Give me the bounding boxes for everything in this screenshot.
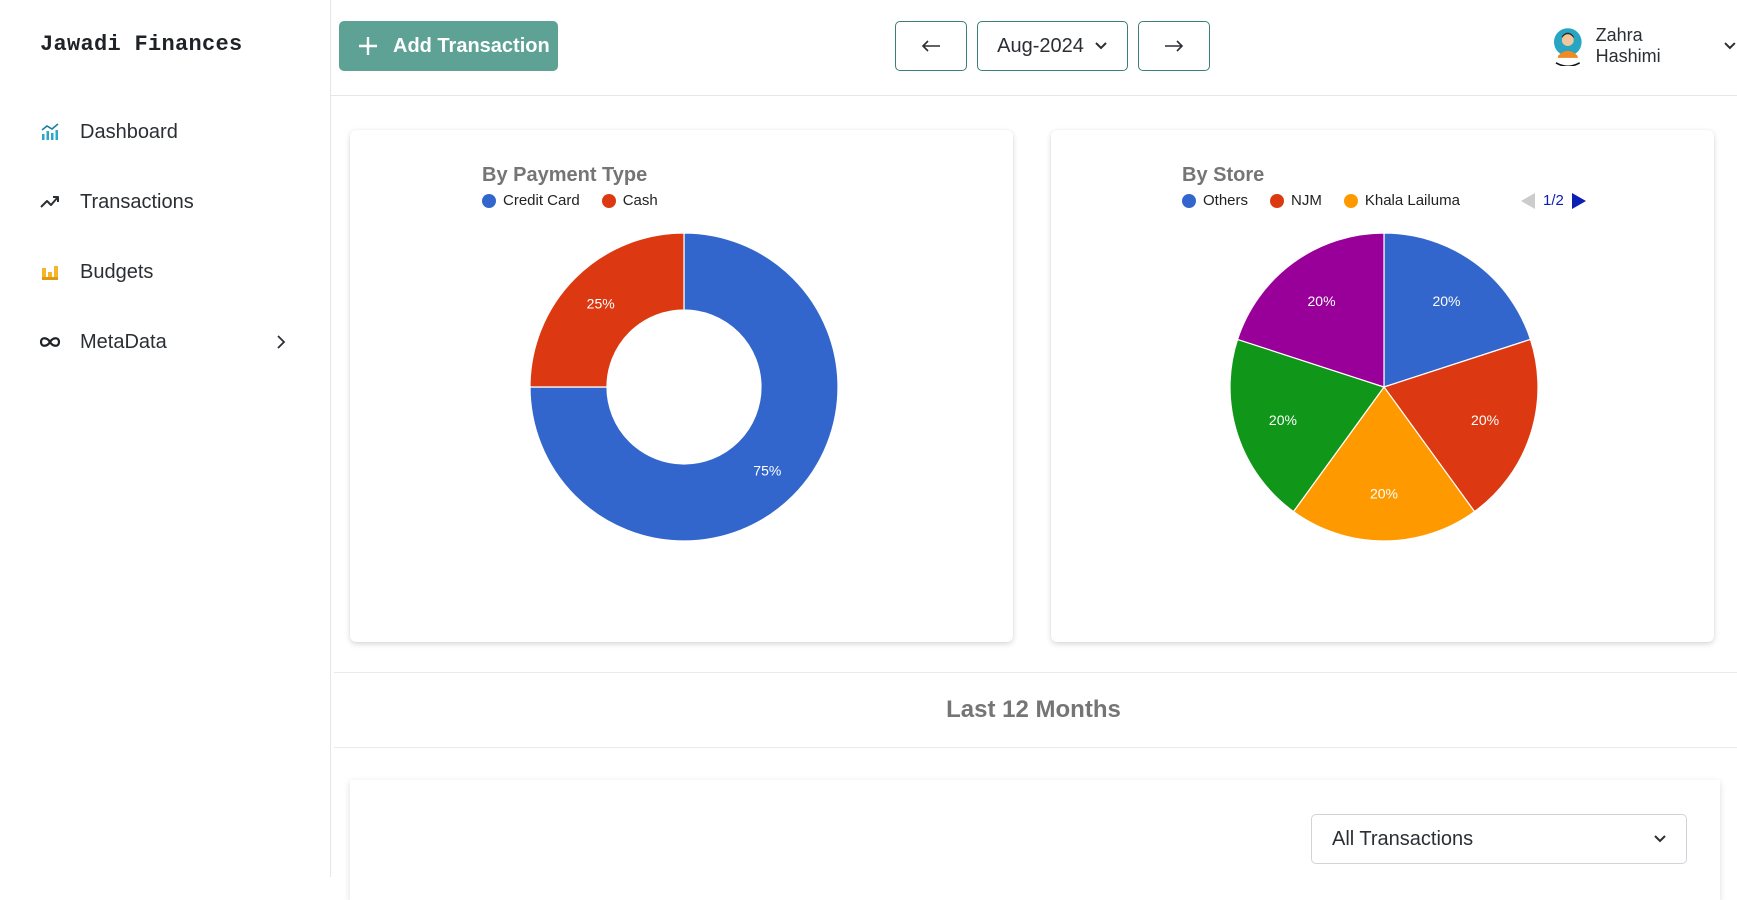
pie-slice[interactable] [529, 232, 685, 388]
legend-swatch [601, 193, 616, 208]
slice-label: 20% [1308, 293, 1336, 309]
chevron-right-icon [272, 333, 290, 351]
payment-type-card: By Payment Type Credit Card Cash 75% 25% [350, 130, 1013, 642]
chart-bar-line-icon [38, 120, 62, 144]
month-select[interactable]: Aug-2024 [977, 21, 1128, 71]
slice-label: 25% [587, 296, 615, 312]
legend-label: Cash [622, 192, 658, 209]
chevron-down-icon [1095, 42, 1107, 50]
sidebar-item-label: Transactions [80, 190, 194, 213]
legend-item[interactable]: Credit Card [482, 192, 580, 209]
last-12-months-section: Last 12 Months [334, 672, 1737, 748]
sidebar-item-label: Dashboard [80, 120, 178, 143]
store-card: By Store Others NJM Khala Lailuma 1/2 20… [1051, 130, 1714, 642]
legend-swatch [482, 193, 496, 208]
chart-title: By Payment Type [482, 164, 648, 186]
legend-pager: 1/2 [1521, 192, 1586, 209]
legend-page-indicator: 1/2 [1543, 192, 1564, 209]
infinity-icon [38, 330, 62, 354]
filter-select-value: All Transactions [1332, 827, 1474, 850]
legend-item[interactable]: Others [1182, 192, 1248, 209]
slice-label: 20% [1432, 293, 1460, 309]
trend-up-icon [38, 190, 62, 214]
chart-legend: Credit Card Cash [482, 192, 680, 209]
avatar [1553, 28, 1582, 66]
chart-legend: Others NJM Khala Lailuma [1182, 192, 1482, 209]
section-title: Last 12 Months [946, 696, 1121, 723]
payment-type-donut-chart: 75% 25% [529, 232, 839, 542]
sidebar: Jawadi Finances Dashboard Transactions B… [0, 0, 331, 877]
slice-label: 20% [1471, 412, 1499, 428]
chevron-down-icon [1654, 835, 1666, 843]
arrow-left-icon [921, 40, 940, 52]
sidebar-item-metadata[interactable]: MetaData [0, 314, 330, 370]
arrow-right-icon [1165, 40, 1184, 52]
month-select-value: Aug-2024 [997, 34, 1084, 57]
legend-swatch [1182, 193, 1196, 208]
legend-label: Others [1203, 192, 1249, 209]
legend-swatch [1270, 193, 1285, 208]
legend-next-icon[interactable] [1571, 192, 1586, 209]
pie-slice[interactable] [1236, 232, 1385, 388]
chevron-down-icon [1724, 42, 1736, 50]
pie-slice[interactable] [1383, 232, 1532, 388]
slice-label: 20% [1269, 412, 1297, 428]
chart-title: By Store [1182, 164, 1265, 186]
user-name: Zahra Hashimi [1595, 25, 1661, 66]
pie-slice[interactable] [1292, 385, 1476, 542]
slice-label: 20% [1370, 485, 1398, 501]
next-month-button[interactable] [1138, 21, 1210, 71]
add-transaction-button[interactable]: Add Transaction [339, 21, 558, 71]
sidebar-item-transactions[interactable]: Transactions [0, 174, 330, 230]
add-transaction-label: Add Transaction [393, 34, 550, 57]
slice-label: 75% [753, 462, 781, 478]
legend-item[interactable]: Cash [601, 192, 658, 209]
legend-item[interactable]: NJM [1270, 192, 1322, 209]
pie-slice[interactable] [529, 232, 839, 542]
transaction-filter-select[interactable]: All Transactions [1311, 814, 1687, 864]
app-brand: Jawadi Finances [40, 32, 243, 57]
plus-icon [359, 37, 377, 55]
budget-bars-icon [38, 260, 62, 284]
legend-label: NJM [1291, 192, 1322, 209]
sidebar-item-dashboard[interactable]: Dashboard [0, 104, 330, 160]
legend-swatch [1343, 193, 1358, 208]
legend-label: Credit Card [503, 192, 580, 209]
previous-month-button[interactable] [895, 21, 967, 71]
sidebar-item-label: MetaData [80, 330, 167, 353]
legend-prev-icon[interactable] [1521, 192, 1535, 209]
sidebar-item-budgets[interactable]: Budgets [0, 244, 330, 300]
pie-slice[interactable] [1383, 338, 1539, 513]
pie-slice[interactable] [1229, 338, 1385, 513]
legend-label: Khala Lailuma [1364, 192, 1460, 209]
sidebar-item-label: Budgets [80, 260, 154, 283]
user-menu[interactable]: Zahra Hashimi [1552, 25, 1737, 66]
legend-item[interactable]: Khala Lailuma [1343, 192, 1460, 209]
